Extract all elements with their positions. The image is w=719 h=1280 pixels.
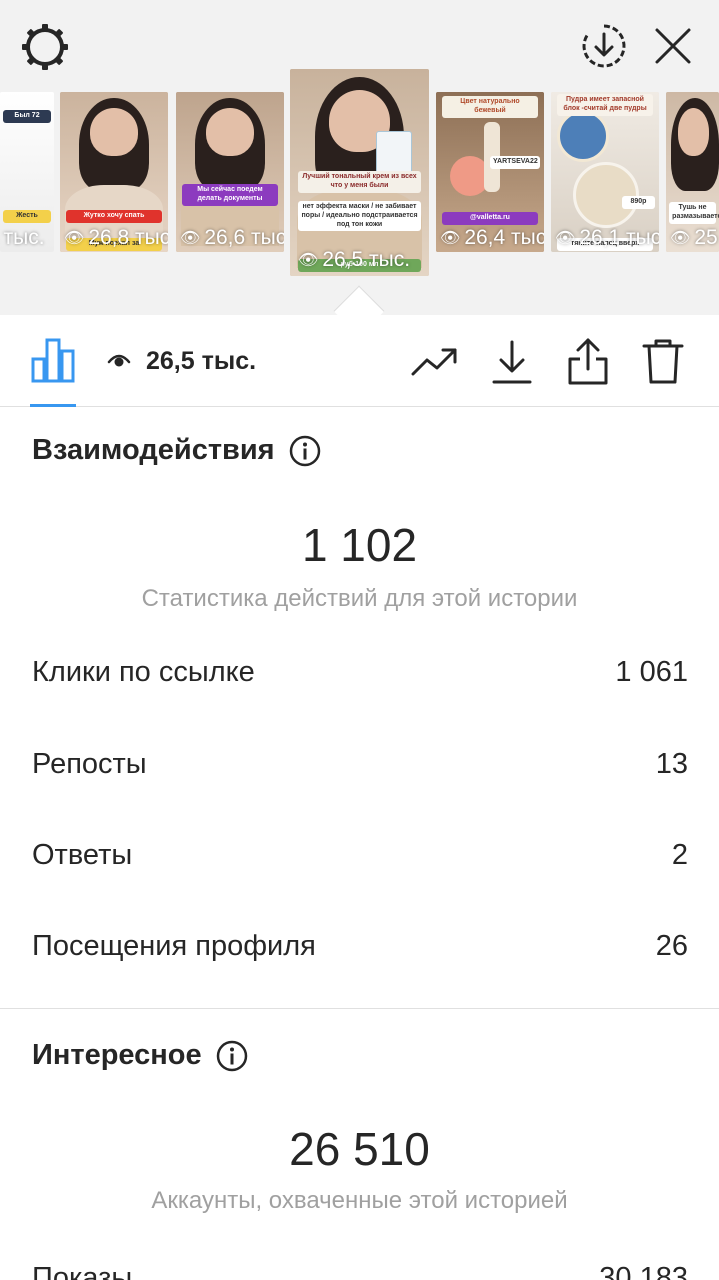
story-views-value: 26,6 тыс. <box>204 226 284 249</box>
story-thumbnail-selected[interactable]: Лучший тональный крем из всех что у меня… <box>290 69 429 276</box>
story-sticker: Тушь не размазывается <box>669 202 719 224</box>
interactions-total: 1 102 <box>301 519 418 571</box>
story-views-value: 26,8 тыс. <box>88 226 168 249</box>
story-thumbnail[interactable]: Цвет натурально бежевый YARTSEVA22 @vall… <box>436 92 544 252</box>
trash-icon[interactable] <box>640 335 686 387</box>
story-views-value: 2 тыс. <box>0 226 45 249</box>
download-icon[interactable] <box>578 20 630 72</box>
eye-icon <box>106 347 132 373</box>
story-views-value: 26,1 тыс. <box>579 226 659 249</box>
story-thumbnail[interactable]: Тушь не размазывается 👁25 <box>666 92 719 252</box>
story-sticker: Лучший тональный крем из всех что у меня… <box>298 171 421 193</box>
story-views: 👁 26,5 тыс. <box>298 248 410 272</box>
story-sticker: Пудра имеет запасной блок -считай две пу… <box>557 94 653 116</box>
stat-value: 1 061 <box>615 656 688 688</box>
eye-icon: 👁 <box>298 252 319 269</box>
story-view-count: 26,5 тыс. <box>146 347 257 375</box>
stat-value: 2 <box>671 839 688 871</box>
eye-icon: 👁 <box>555 230 576 247</box>
story-sticker: Цвет натурально бежевый <box>442 96 538 118</box>
stat-label: Посещения профиля <box>32 930 316 962</box>
compact-powder <box>573 162 639 228</box>
story-caption: нет эффекта маски / не забивает поры / и… <box>298 201 421 232</box>
story-caption: @valletta.ru <box>442 212 538 225</box>
section-divider <box>0 1008 719 1009</box>
interactions-caption: Статистика действий для этой истории <box>141 585 578 612</box>
stat-value: 26 <box>655 930 688 962</box>
story-views-value: 26,4 тыс. <box>464 226 544 249</box>
stat-label: Ответы <box>32 839 133 871</box>
eye-icon: 👁 <box>670 230 691 247</box>
share-icon[interactable] <box>566 335 610 387</box>
story-sticker: Мы сейчас поедем делать документы <box>182 184 278 206</box>
story-views-value: 26,5 тыс. <box>322 248 411 271</box>
active-tab-indicator <box>30 404 76 407</box>
settings-icon[interactable] <box>18 20 72 74</box>
stat-row: Посещения профиля 26 <box>32 930 688 963</box>
story-views: 👁 26,4 тыс. <box>440 226 544 250</box>
story-views: 👁 26,1 тыс. <box>555 226 659 250</box>
story-thumbnail[interactable]: Был 72 Жесть 2 тыс. <box>0 92 54 252</box>
story-views-value: 25 <box>694 226 718 249</box>
discovery-total: 26 510 <box>289 1123 430 1175</box>
story-views: 2 тыс. <box>0 226 45 250</box>
trending-icon[interactable] <box>410 339 460 385</box>
eye-icon: 👁 <box>180 230 201 247</box>
story-thumbnail[interactable]: Жутко хочу спать Муж поехал за 👁 26,8 тыс… <box>60 92 168 252</box>
eye-icon: 👁 <box>64 230 85 247</box>
stat-label: Клики по ссылке <box>32 656 255 688</box>
info-icon[interactable] <box>289 435 321 467</box>
story-sticker: Жутко хочу спать <box>66 210 162 223</box>
info-icon[interactable] <box>216 1040 248 1072</box>
stat-value: 30 183 <box>599 1262 688 1280</box>
story-views: 👁 26,6 тыс. <box>180 226 284 250</box>
close-icon[interactable] <box>648 20 698 72</box>
story-caption: Жесть <box>3 210 51 223</box>
stat-label: Репосты <box>32 748 147 780</box>
stat-row: Ответы 2 <box>32 839 688 872</box>
interactions-title-text: Взаимодействия <box>32 434 275 466</box>
story-thumbnail[interactable]: Пудра имеет запасной блок -считай две пу… <box>551 92 659 252</box>
save-icon[interactable] <box>490 337 534 387</box>
interactions-section-title: Взаимодействия <box>32 434 321 467</box>
stat-row: Репосты 13 <box>32 748 688 781</box>
stat-row: Клики по ссылке 1 061 <box>32 656 688 689</box>
bar-chart-icon[interactable] <box>30 335 76 385</box>
story-price: 890р <box>622 196 655 209</box>
story-strip: Был 72 Жесть 2 тыс. Жутко хочу спать Муж… <box>0 0 719 315</box>
stat-value: 13 <box>655 748 688 780</box>
compact-mirror <box>557 110 609 162</box>
discovery-title-text: Интересное <box>32 1039 202 1071</box>
story-thumbnail[interactable]: Мы сейчас поедем делать документы 👁 26,6 … <box>176 92 284 252</box>
discovery-section-title: Интересное <box>32 1039 248 1072</box>
eye-icon: 👁 <box>440 230 461 247</box>
stat-row: Показы 30 183 <box>32 1262 688 1280</box>
story-views: 👁 26,8 тыс. <box>64 226 168 250</box>
story-code: YARTSEVA22 <box>490 156 540 169</box>
story-sticker: Был 72 <box>3 110 51 123</box>
stat-label: Показы <box>32 1262 133 1280</box>
story-views: 👁 25 <box>670 226 718 250</box>
discovery-caption: Аккаунты, охваченные этой историей <box>151 1187 568 1214</box>
insights-toolbar: 26,5 тыс. <box>0 315 719 407</box>
